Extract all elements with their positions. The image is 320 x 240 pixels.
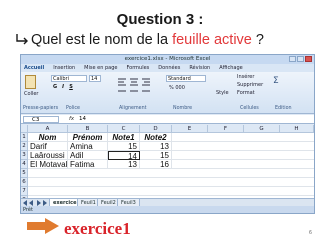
- table-cell[interactable]: 13: [140, 142, 172, 151]
- row-header-4[interactable]: 4: [21, 160, 28, 169]
- row-header-2[interactable]: 2: [21, 142, 28, 151]
- select-all-corner[interactable]: [21, 125, 28, 133]
- table-cell[interactable]: 16: [140, 160, 172, 169]
- table-cell[interactable]: 13: [108, 160, 140, 169]
- table-cell[interactable]: Laâroussi: [28, 151, 68, 160]
- table-cell[interactable]: El Motavakil: [28, 160, 68, 169]
- question-prefix: Quel est le nom de la: [31, 32, 173, 48]
- column-header-b[interactable]: B: [68, 125, 108, 133]
- table-header-cell[interactable]: Prénom: [68, 133, 108, 142]
- column-header-c[interactable]: C: [108, 125, 140, 133]
- clipboard-group-label: Presse-papiers: [23, 106, 59, 111]
- insert-button[interactable]: Insérer: [237, 74, 254, 80]
- formula-input[interactable]: 14: [79, 115, 86, 124]
- tab-revision[interactable]: Révision: [189, 65, 210, 71]
- return-arrow-icon: [15, 33, 31, 50]
- page-number: 6: [308, 230, 312, 236]
- table-header-cell[interactable]: Note2: [140, 133, 172, 142]
- window-titlebar: exercice1.xlsx - Microsoft Excel: [21, 55, 314, 64]
- tab-accueil[interactable]: Accueil: [24, 65, 44, 71]
- column-header-h[interactable]: H: [280, 125, 314, 133]
- excel-window: exercice1.xlsx - Microsoft Excel Accueil…: [20, 54, 315, 214]
- alignment-icons[interactable]: [116, 76, 156, 98]
- tab-donnees[interactable]: Données: [158, 65, 180, 71]
- row-header-7[interactable]: 7: [21, 187, 28, 196]
- maximize-icon[interactable]: [297, 56, 304, 62]
- column-header-e[interactable]: E: [172, 125, 208, 133]
- question-suffix: ?: [251, 32, 264, 48]
- formula-bar: C3 fx 14: [21, 115, 314, 124]
- question-highlight: feuille active: [172, 32, 252, 48]
- table-cell[interactable]: Amina: [68, 142, 108, 151]
- column-header-f[interactable]: F: [208, 125, 244, 133]
- row-header-1[interactable]: 1: [21, 133, 28, 142]
- tab-formules[interactable]: Formules: [126, 65, 149, 71]
- ribbon: Coller Presse-papiers Calibri 14 G I S P…: [21, 72, 314, 114]
- sheet-tabs-bar: exercice1 Feuil1 Feuil2 Feuil3: [21, 198, 314, 207]
- table-header-cell[interactable]: Note1: [108, 133, 140, 142]
- alignment-group-label: Alignement: [119, 106, 147, 111]
- format-button[interactable]: Format: [237, 90, 255, 96]
- underline-icon[interactable]: S: [68, 84, 74, 90]
- sum-icon[interactable]: Σ: [273, 76, 279, 86]
- paste-icon[interactable]: [25, 75, 36, 89]
- row-header-6[interactable]: 6: [21, 178, 28, 187]
- table-header-cell[interactable]: Nom: [28, 133, 68, 142]
- cells-group-label: Cellules: [240, 106, 259, 111]
- slide-title: Question 3 :: [116, 11, 204, 28]
- minimize-icon[interactable]: [289, 56, 296, 62]
- paste-button[interactable]: Coller: [24, 91, 38, 97]
- style-button[interactable]: Style: [216, 90, 229, 96]
- ribbon-tabs: Accueil Insertion Mise en page Formules Donn…: [21, 64, 314, 72]
- tab-insertion[interactable]: Insertion: [53, 65, 75, 71]
- close-icon[interactable]: [305, 56, 312, 62]
- table-cell[interactable]: 15: [140, 151, 172, 160]
- question-text: Quel est le nom de la feuille active ?: [15, 32, 264, 52]
- number-group-label: Nombre: [173, 106, 193, 111]
- fx-icon[interactable]: fx: [69, 115, 74, 124]
- table-cell[interactable]: Darif: [28, 142, 68, 151]
- font-size-select[interactable]: 14: [89, 75, 101, 82]
- table-cell[interactable]: 15: [108, 142, 140, 151]
- font-group-label: Police: [66, 106, 80, 111]
- row-header-5[interactable]: 5: [21, 169, 28, 178]
- column-header-a[interactable]: A: [28, 125, 68, 133]
- pointer-arrow-icon: [27, 218, 59, 234]
- window-title: exercice1.xlsx - Microsoft Excel: [124, 56, 211, 62]
- name-box[interactable]: C3: [23, 116, 59, 123]
- tab-mise-en-page[interactable]: Mise en page: [84, 65, 117, 71]
- number-buttons[interactable]: % 000: [169, 85, 185, 91]
- selected-cell-c3[interactable]: 14: [108, 151, 140, 160]
- status-bar: Prêt: [21, 206, 314, 213]
- italic-icon[interactable]: I: [60, 84, 66, 90]
- column-header-d[interactable]: D: [140, 125, 172, 133]
- font-name-select[interactable]: Calibri: [51, 75, 87, 82]
- answer-text: exercice1: [64, 219, 131, 238]
- bold-icon[interactable]: G: [52, 84, 58, 90]
- table-cell[interactable]: Adil: [68, 151, 108, 160]
- number-format-select[interactable]: Standard: [166, 75, 206, 82]
- delete-button[interactable]: Supprimer: [237, 82, 263, 88]
- table-cell[interactable]: Fatima: [68, 160, 108, 169]
- tab-affichage[interactable]: Affichage: [219, 65, 243, 71]
- edition-group-label: Edition: [275, 106, 292, 111]
- column-header-g[interactable]: G: [244, 125, 280, 133]
- empty-cells-area[interactable]: [172, 133, 314, 169]
- row-header-3[interactable]: 3: [21, 151, 28, 160]
